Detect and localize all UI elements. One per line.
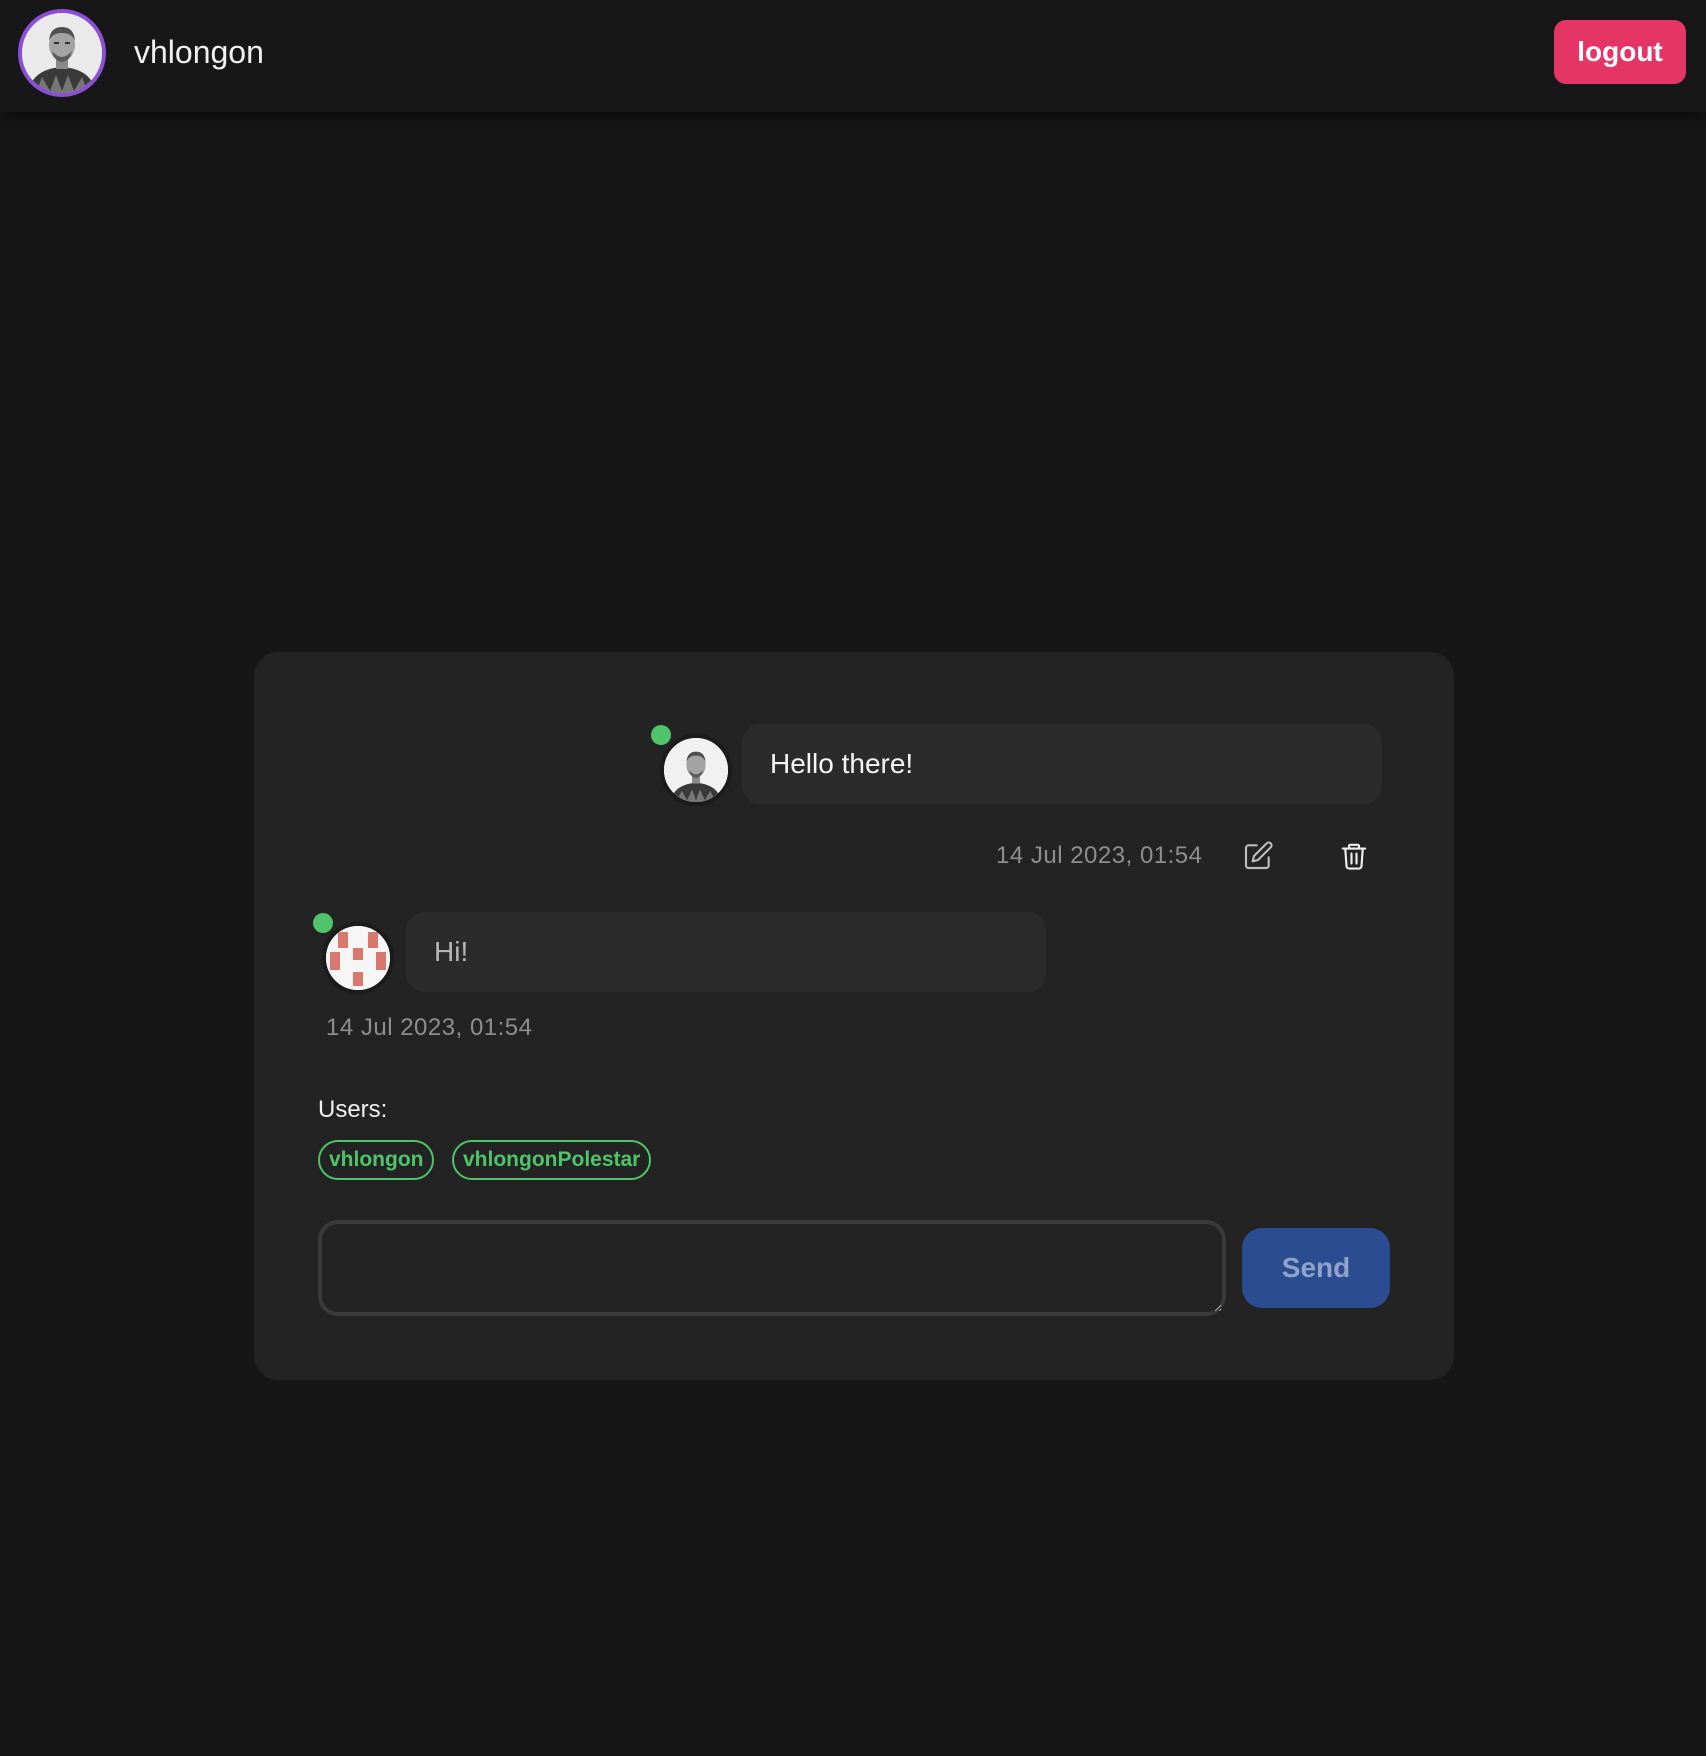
identicon-avatar-icon — [326, 926, 390, 990]
delete-message-button[interactable] — [1334, 836, 1374, 876]
message-text: Hello there! — [770, 748, 914, 779]
user-chip: vhlongon — [318, 1140, 435, 1180]
user-portrait-icon — [22, 13, 102, 93]
top-bar: vhlongon logout — [0, 0, 1706, 112]
chat-panel: Hello there! 14 Jul 2023, 01:54 Hi! 14 J… — [254, 652, 1454, 1380]
message-avatar — [313, 913, 394, 994]
message-timestamp: 14 Jul 2023, 01:54 — [326, 1014, 533, 1041]
current-username: vhlongon — [134, 34, 264, 70]
message-text: Hi! — [434, 936, 469, 967]
user-portrait-icon — [664, 738, 728, 802]
edit-icon — [1244, 841, 1273, 870]
users-label: Users: — [318, 1096, 388, 1123]
message-input[interactable] — [318, 1220, 1226, 1316]
message-avatar — [651, 725, 732, 806]
user-chip: vhlongonPolestar — [452, 1140, 652, 1180]
user-avatar[interactable] — [18, 9, 106, 97]
message-timestamp: 14 Jul 2023, 01:54 — [996, 842, 1203, 869]
send-button[interactable]: Send — [1242, 1228, 1390, 1308]
edit-message-button[interactable] — [1238, 836, 1278, 876]
message-bubble: Hi! — [406, 912, 1046, 992]
trash-icon — [1341, 843, 1367, 870]
online-indicator — [651, 725, 671, 745]
logout-button[interactable]: logout — [1554, 20, 1686, 84]
message-bubble: Hello there! — [742, 724, 1382, 804]
online-indicator — [313, 913, 333, 933]
